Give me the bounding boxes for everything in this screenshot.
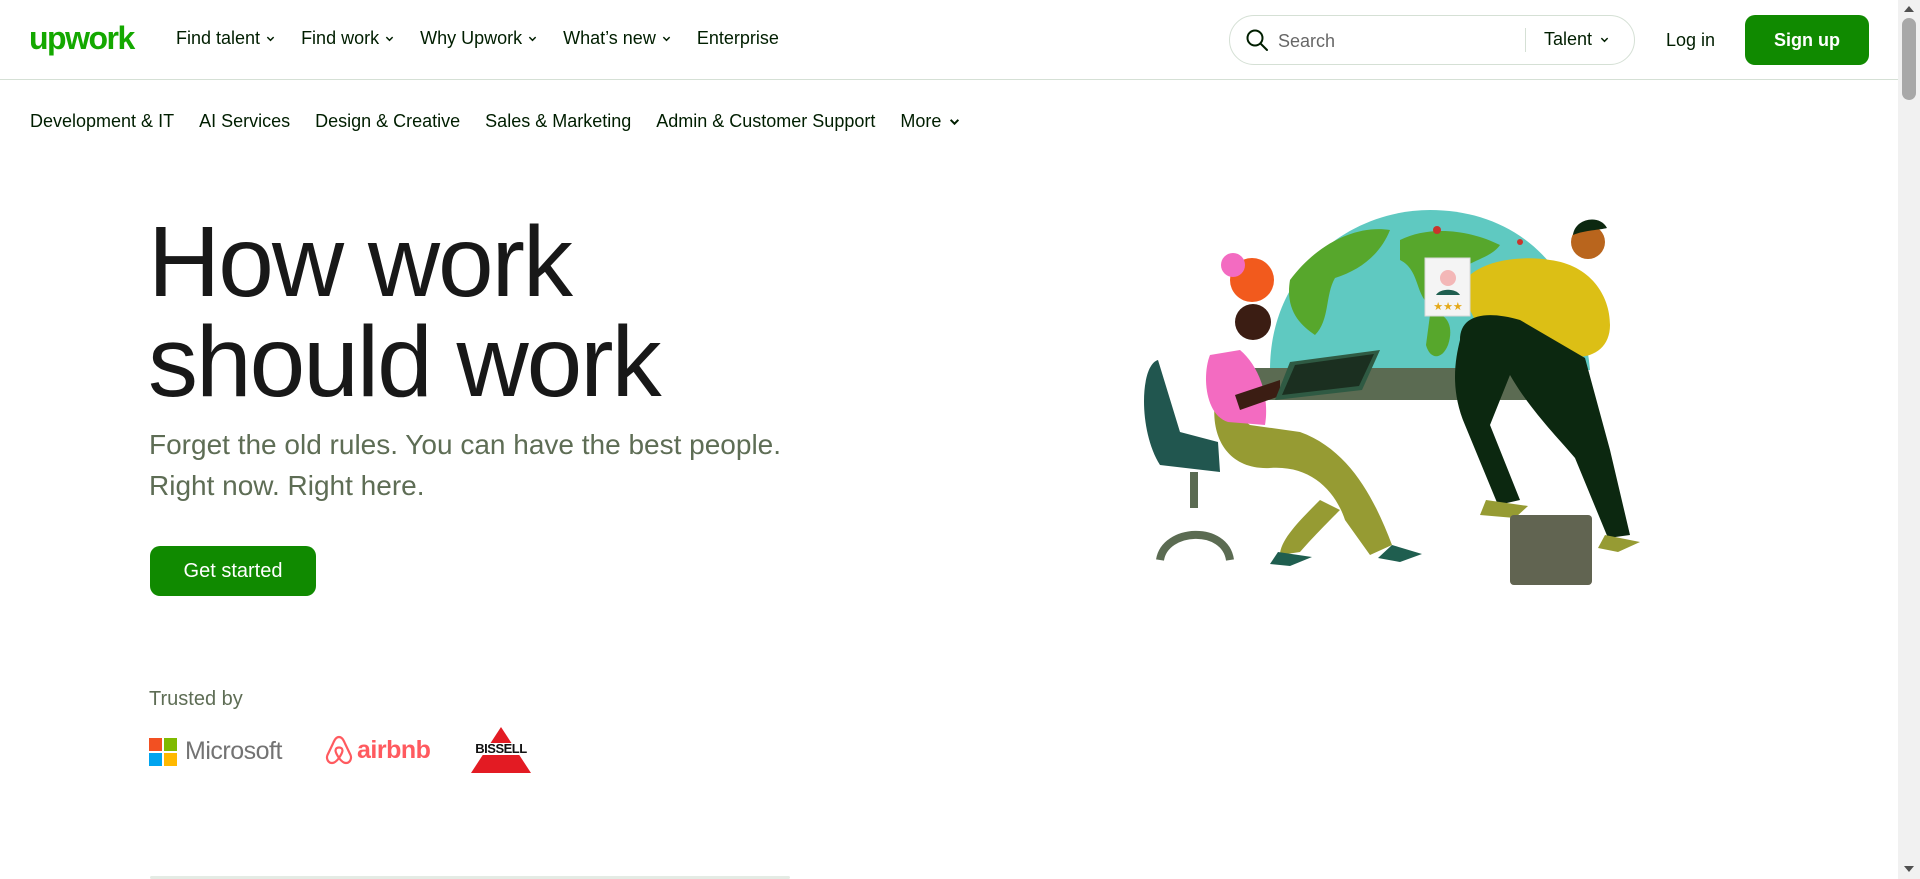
chevron-down-icon [385,36,394,42]
scroll-down-arrow[interactable] [1904,866,1914,872]
airbnb-icon [325,735,353,765]
hero-title-line: How work [148,206,573,318]
upwork-logo[interactable]: upwork [29,20,135,57]
chevron-down-icon [662,36,670,42]
microsoft-wordmark: Microsoft [185,737,282,765]
category-development-it[interactable]: Development & IT [30,111,174,132]
search-divider [1525,28,1526,52]
main-nav: Find talent Find work Why Upwork What’s … [176,28,779,49]
svg-text:★★★: ★★★ [1433,300,1463,313]
signup-button[interactable]: Sign up [1745,15,1869,65]
get-started-button[interactable]: Get started [150,546,316,596]
hero-subtitle: Forget the old rules. You can have the b… [149,424,781,506]
search-scope-label: Talent [1544,29,1593,49]
chevron-down-icon [1600,37,1609,43]
hero-title-line: should work [148,306,662,418]
category-ai-services[interactable]: AI Services [199,111,290,132]
nav-whats-new[interactable]: What’s new [563,28,671,49]
hero-subtitle-line: Forget the old rules. You can have the b… [149,429,782,460]
search-icon[interactable] [1245,28,1269,52]
category-sales-marketing[interactable]: Sales & Marketing [485,111,631,132]
scrollbar-thumb[interactable] [1902,18,1916,100]
category-bar: Development & IT AI Services Design & Cr… [30,111,960,132]
hero-title: How work should work [148,206,662,418]
chevron-down-icon [266,36,275,42]
category-admin-support[interactable]: Admin & Customer Support [656,111,875,132]
vertical-scrollbar[interactable] [1898,0,1920,879]
chevron-down-icon [950,119,960,126]
microsoft-logo: Microsoft [149,737,282,766]
search-scope-dropdown[interactable]: Talent [1544,29,1609,50]
search-input[interactable] [1278,28,1518,54]
nav-find-talent[interactable]: Find talent [176,28,275,49]
nav-label: Find talent [176,28,261,48]
category-design-creative[interactable]: Design & Creative [315,111,460,132]
nav-enterprise[interactable]: Enterprise [697,28,779,49]
airbnb-logo: airbnb [324,734,431,766]
microsoft-icon [149,737,177,766]
nav-find-work[interactable]: Find work [301,28,394,49]
trusted-by-label: Trusted by [149,688,243,710]
nav-label: Find work [301,28,380,48]
scroll-up-arrow[interactable] [1904,6,1914,12]
nav-why-upwork[interactable]: Why Upwork [420,28,537,49]
chevron-down-icon [528,36,537,42]
hero-subtitle-line: Right now. Right here. [149,470,425,501]
category-more-label: More [900,111,942,131]
airbnb-wordmark: airbnb [357,735,431,764]
nav-label: Why Upwork [420,28,523,48]
hero-illustration: ★★★ [1144,210,1640,585]
login-link[interactable]: Log in [1666,30,1715,51]
svg-text:BISSELL: BISSELL [475,741,527,756]
category-more[interactable]: More [900,111,960,132]
nav-label: What’s new [563,28,656,48]
nav-label: Enterprise [696,28,779,48]
top-navbar: upwork Find talent Find work Why Upwork … [0,0,1898,80]
search-bar: Talent [1229,15,1635,65]
bissell-logo: BISSELL [465,726,537,779]
